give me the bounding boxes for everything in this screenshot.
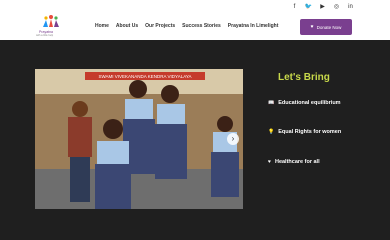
- slider-next-arrow[interactable]: ›: [227, 133, 239, 145]
- main-nav: Home About Us Our Projects Success Stori…: [95, 23, 278, 29]
- nav-success-stories[interactable]: Success Stories: [182, 23, 221, 29]
- mission-item-health: ♥ Healthcare for all: [268, 159, 320, 165]
- instagram-icon[interactable]: ◎: [333, 3, 340, 10]
- school-sign: SWAMI VIVEKANANDA KENDRA VIDYALAYA: [98, 74, 191, 79]
- donate-label: Donate Now: [316, 24, 342, 30]
- youtube-icon[interactable]: ▶: [319, 3, 326, 10]
- nav-home[interactable]: Home: [95, 23, 109, 29]
- mission-item-women: 💡 Equal Rights for women: [268, 129, 341, 135]
- mission-item-label: Healthcare for all: [274, 159, 320, 165]
- nav-about-us[interactable]: About Us: [116, 23, 138, 29]
- facebook-icon[interactable]: f: [291, 3, 298, 10]
- bulb-icon: 💡: [268, 129, 275, 135]
- mission-item-label: Equal Rights for women: [278, 129, 342, 135]
- nav-prayatna-in-limelight[interactable]: Prayatna In Limelight: [228, 23, 279, 29]
- site-header: Prayatna with a little help f 🐦 ▶ ◎ in H…: [0, 0, 390, 40]
- hero-photo: SWAMI VIVEKANANDA KENDRA VIDYALAYA: [35, 69, 243, 209]
- twitter-icon[interactable]: 🐦: [305, 3, 312, 10]
- mission-item-education: 📖 Educational equilibrium: [268, 100, 341, 106]
- logo-tagline: with a little help: [36, 34, 54, 37]
- book-icon: 📖: [268, 100, 275, 106]
- social-links: f 🐦 ▶ ◎ in: [291, 3, 354, 11]
- donate-button[interactable]: ♥ Donate Now: [300, 19, 352, 35]
- heart-icon: ♥: [268, 159, 271, 165]
- mission-heading: Let's Bring: [278, 72, 330, 83]
- hero-slider: SWAMI VIVEKANANDA KENDRA VIDYALAYA ›: [35, 69, 243, 209]
- linkedin-icon[interactable]: in: [347, 3, 354, 10]
- mission-item-label: Educational equilibrium: [278, 100, 341, 106]
- heart-icon: ♥: [310, 24, 314, 30]
- nav-our-projects[interactable]: Our Projects: [145, 23, 175, 29]
